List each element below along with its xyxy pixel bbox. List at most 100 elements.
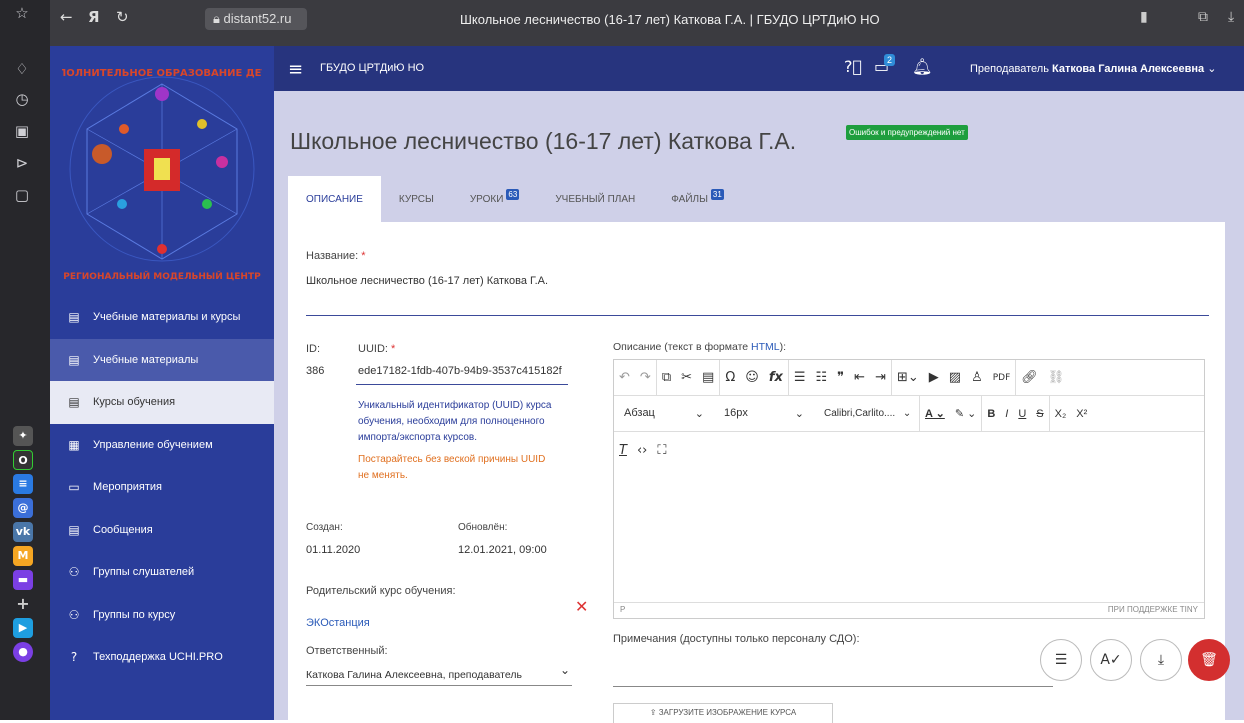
notes-label: Примечания (доступны только персоналу СД…	[613, 633, 860, 645]
paste-icon[interactable]: ▤	[697, 370, 719, 385]
sidebar-item-courses[interactable]: ▤ Курсы обучения	[50, 381, 274, 424]
redo-icon[interactable]: ↷	[635, 370, 656, 385]
app-icon-2[interactable]: O	[13, 450, 33, 470]
stamp-icon[interactable]: ♙	[966, 370, 988, 385]
copy-icon[interactable]: ⧉	[657, 370, 676, 385]
unlink-icon[interactable]: ⛓	[1043, 370, 1070, 385]
chevron-down-icon[interactable]: ⌄	[560, 663, 570, 677]
strikethrough-icon[interactable]: S	[1031, 408, 1048, 420]
tab-description[interactable]: ОПИСАНИЕ	[288, 176, 381, 222]
bullet-list-icon[interactable]: ☰	[789, 370, 811, 385]
play-icon[interactable]: ⊳	[11, 152, 33, 174]
sidebar-item-materials[interactable]: ▤ Учебные материалы	[50, 338, 274, 381]
fullscreen-icon[interactable]: ⛶	[652, 443, 671, 458]
alice-icon[interactable]: ●	[13, 642, 33, 662]
user-menu[interactable]: Преподаватель Каткова Галина Алексеевна …	[970, 62, 1216, 75]
special-char-icon[interactable]: Ω	[720, 370, 740, 385]
sidebar-item-label: Сообщения	[93, 523, 153, 536]
sidebar-item-messages[interactable]: ▤ Сообщения	[50, 509, 274, 552]
extensions-icon[interactable]: ⧉	[1198, 9, 1208, 25]
upload-course-image-button[interactable]: ⇪ ЗАГРУЗИТЕ ИЗОБРАЖЕНИЕ КУРСА	[613, 703, 833, 723]
name-input[interactable]: Школьное лесничество (16-17 лет) Каткова…	[306, 275, 548, 287]
notes-icon[interactable]: ▣	[11, 120, 33, 142]
add-icon[interactable]: +	[13, 594, 33, 614]
mail-at-icon[interactable]: @	[13, 498, 33, 518]
bold-icon[interactable]: B	[982, 408, 1000, 420]
font-size-select[interactable]: 16px ⌄	[714, 407, 814, 420]
media-icon[interactable]: ▶	[924, 370, 944, 385]
sidebar-item-label: Группы слушателей	[93, 566, 195, 579]
status-badge: Ошибок и предупреждений нет	[846, 125, 968, 140]
tab-curriculum[interactable]: УЧЕБНЫЙ ПЛАН	[537, 176, 653, 222]
list-fab-button[interactable]: ☰	[1040, 639, 1082, 681]
blockquote-icon[interactable]: ❞	[832, 370, 849, 385]
image-icon[interactable]: ▨	[944, 370, 966, 385]
emoji-icon[interactable]: ☺	[740, 370, 764, 385]
messenger-icon[interactable]: ▬	[13, 570, 33, 590]
uuid-input[interactable]: ede17182-1fdb-407b-94b9-3537c415182f	[358, 365, 562, 377]
bookmark-icon[interactable]: ▮	[1140, 9, 1148, 25]
editor-branding[interactable]: ПРИ ПОДДЕРЖКЕ TINY	[1108, 605, 1198, 616]
cut-icon[interactable]: ✂	[676, 370, 697, 385]
tab-files[interactable]: ФАЙЛЫ 31	[653, 176, 742, 222]
tab-lessons[interactable]: УРОКИ 63	[452, 176, 538, 222]
docs-icon[interactable]: ≡	[13, 474, 33, 494]
bell-outline-icon[interactable]: ♢	[11, 58, 33, 80]
font-family-select[interactable]: Calibri,Carlito.... ⌄	[814, 408, 919, 419]
help-circle-icon[interactable]: ?⃝	[844, 57, 862, 76]
clock-icon[interactable]: ◷	[11, 88, 33, 110]
block-format-select[interactable]: Абзац ⌄	[614, 407, 714, 420]
star-icon[interactable]: ☆	[11, 2, 33, 24]
tab-count-badge: 31	[710, 188, 724, 200]
table-icon[interactable]: ⊞⌄	[892, 370, 924, 385]
notification-bell-icon[interactable]: 🔔︎	[912, 57, 932, 76]
highlight-icon[interactable]: ✎ ⌄	[950, 407, 982, 420]
sidebar-item-support[interactable]: ? Техподдержка UCHI.PRO	[50, 636, 274, 679]
app-icon-1[interactable]: ✦	[13, 426, 33, 446]
sidebar-item-events[interactable]: ▭ Мероприятия	[50, 466, 274, 509]
tab-courses[interactable]: КУРСЫ	[381, 176, 452, 222]
tab-count-badge: 63	[506, 188, 520, 200]
back-arrow-icon[interactable]: ←	[60, 8, 73, 26]
reload-icon[interactable]: ↻	[116, 8, 129, 26]
italic-icon[interactable]: I	[1000, 408, 1013, 420]
subscript-icon[interactable]: X₂	[1050, 408, 1072, 420]
delete-fab-button[interactable]: 🗑︎	[1188, 639, 1230, 681]
formula-icon[interactable]: fx	[764, 370, 788, 385]
book-icon: ▤	[68, 352, 80, 367]
address-bar[interactable]: 🔒︎ distant52.ru	[205, 8, 307, 30]
sidebar-item-course-groups[interactable]: ⚇ Группы по курсу	[50, 594, 274, 637]
sidebar-item-learning-management[interactable]: ▦ Управление обучением	[50, 424, 274, 467]
text-color-icon[interactable]: A ⌄	[920, 407, 950, 420]
undo-icon[interactable]: ↶	[614, 370, 635, 385]
source-code-icon[interactable]: ‹›	[632, 443, 652, 458]
play-store-icon[interactable]: ▶	[13, 618, 33, 638]
outdent-icon[interactable]: ⇤	[849, 370, 870, 385]
link-icon[interactable]: 🔗︎	[1016, 370, 1043, 385]
url-domain: distant52.ru	[223, 11, 292, 26]
remove-parent-icon[interactable]: ✕	[575, 597, 588, 616]
responsible-select[interactable]: Каткова Галина Алексеевна, преподаватель	[306, 669, 522, 681]
clear-format-icon[interactable]: T	[614, 443, 632, 458]
editor-content-area[interactable]	[614, 468, 1204, 603]
download-fab-button[interactable]: ⤓	[1140, 639, 1182, 681]
sidebar-item-label: Мероприятия	[93, 481, 162, 494]
vk-icon[interactable]: vk	[13, 522, 33, 542]
yandex-logo-icon[interactable]: Я	[88, 8, 100, 26]
spellcheck-fab-button[interactable]: A✓	[1090, 639, 1132, 681]
counter-icon[interactable]: ▢	[11, 184, 33, 206]
sidebar-item-listener-groups[interactable]: ⚇ Группы слушателей	[50, 551, 274, 594]
sidebar-item-label: Курсы обучения	[93, 396, 176, 409]
gmail-icon[interactable]: M	[13, 546, 33, 566]
menu-icon[interactable]: ≡	[288, 59, 303, 80]
parent-course-link[interactable]: ЭКОстанция	[306, 617, 370, 629]
superscript-icon[interactable]: X²	[1071, 408, 1092, 420]
html-link[interactable]: HTML	[751, 341, 780, 353]
download-icon[interactable]: ⤓	[1228, 9, 1234, 25]
upload-icon: ⇪	[649, 708, 657, 717]
sidebar-item-materials-courses[interactable]: ▤ Учебные материалы и курсы	[50, 296, 274, 339]
indent-icon[interactable]: ⇥	[870, 370, 891, 385]
underline-icon[interactable]: U	[1013, 408, 1031, 420]
pdf-button[interactable]: PDF	[988, 373, 1016, 383]
numbered-list-icon[interactable]: ☷	[811, 370, 833, 385]
